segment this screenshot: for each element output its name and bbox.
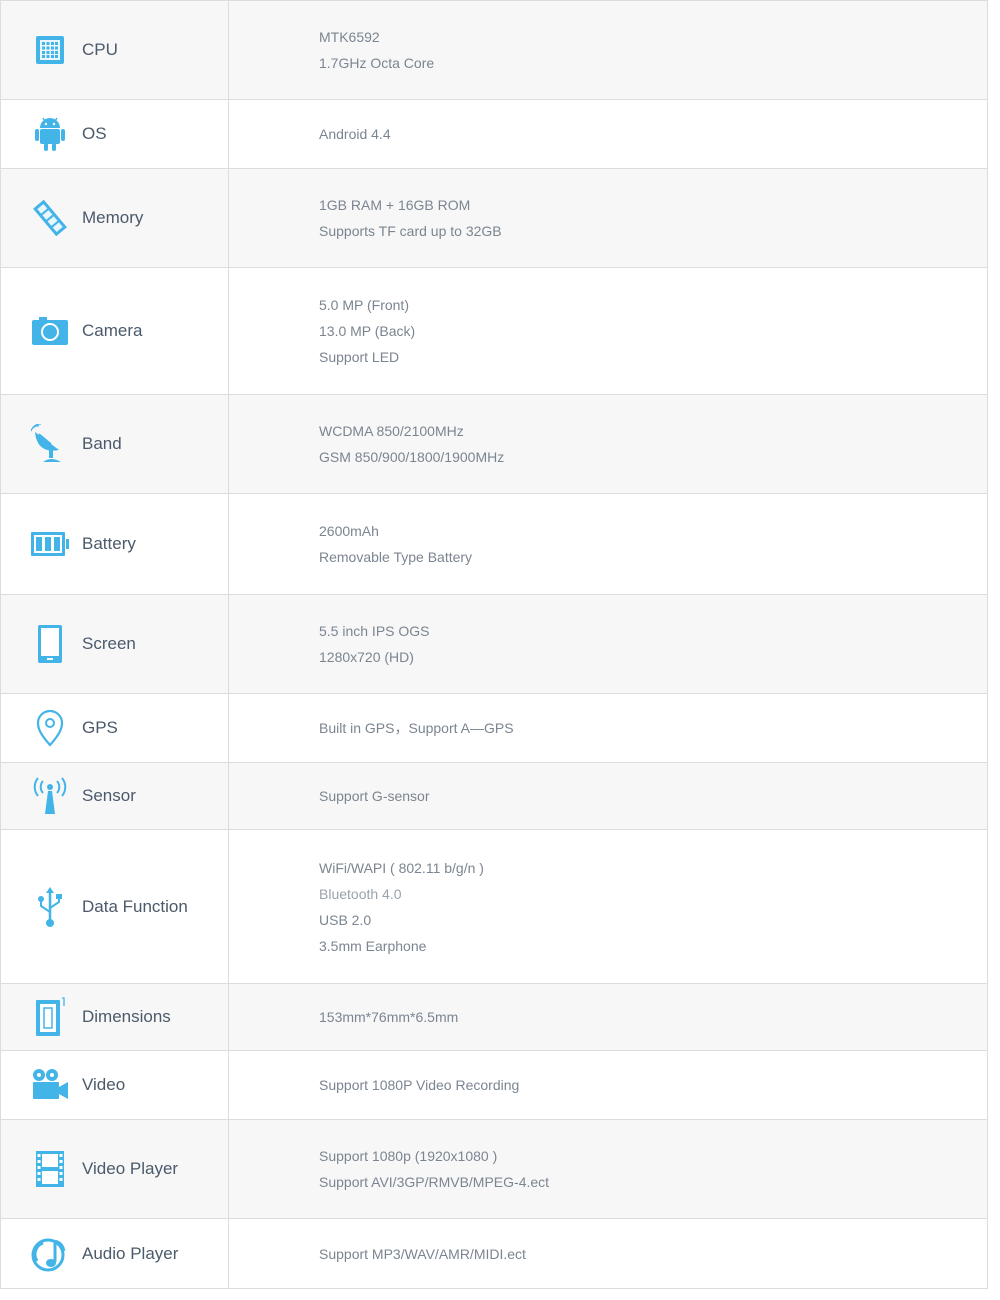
spec-value-cell: Support 1080p (1920x1080 ) Support AVI/3… <box>229 1120 987 1218</box>
spec-label: Sensor <box>82 786 136 805</box>
spec-label: Data Function <box>82 896 188 916</box>
spec-value: WiFi/WAPI ( 802.11 b/g/n ) <box>319 859 484 876</box>
spec-value: 13.0 MP (Back) <box>319 323 416 339</box>
spec-label-cell: Dimensions <box>1 984 229 1050</box>
spec-value: Removable Type Battery <box>319 549 473 565</box>
spec-label-cell: Sensor <box>1 763 229 829</box>
spec-label: Screen <box>82 634 136 653</box>
spec-value-cell: Support MP3/WAV/AMR/MIDI.ect <box>229 1219 987 1288</box>
spec-value: 5.0 MP (Front) <box>319 297 409 313</box>
phone-screen-icon <box>30 624 70 664</box>
spec-row-screen: Screen 5.5 inch IPS OGS 1280x720 (HD) <box>1 595 987 694</box>
spec-row-dimensions: Dimensions 153mm*76mm*6.5mm <box>1 984 987 1051</box>
spec-label-cell: Data Function <box>1 830 229 983</box>
film-strip-icon <box>30 1149 70 1189</box>
spec-label: CPU <box>82 40 118 59</box>
spec-value: Bluetooth 4.0 <box>319 885 402 902</box>
spec-row-gps: GPS Built in GPS，Support A—GPS <box>1 694 987 763</box>
android-icon <box>30 114 70 154</box>
spec-label-cell: CPU <box>1 1 229 99</box>
spec-label: Band <box>82 434 122 453</box>
spec-value: Support 1080P Video Recording <box>319 1077 520 1093</box>
battery-icon <box>30 524 70 564</box>
spec-label: Dimensions <box>82 1007 171 1026</box>
satellite-dish-icon <box>30 424 70 464</box>
spec-row-os: OS Android 4.4 <box>1 100 987 169</box>
spec-value: MTK6592 <box>319 29 380 45</box>
spec-value: Support 1080p (1920x1080 ) <box>319 1148 498 1164</box>
location-pin-icon <box>30 708 70 748</box>
spec-row-camera: Camera 5.0 MP (Front) 13.0 MP (Back) Sup… <box>1 268 987 395</box>
spec-value: 1280x720 (HD) <box>319 649 414 665</box>
spec-label-cell: Battery <box>1 494 229 594</box>
spec-value: 3.5mm Earphone <box>319 937 427 954</box>
spec-value-cell: 1GB RAM + 16GB ROM Supports TF card up t… <box>229 169 987 267</box>
spec-row-battery: Battery 2600mAh Removable Type Battery <box>1 494 987 595</box>
spec-row-sensor: Sensor Support G-sensor <box>1 763 987 830</box>
spec-label-cell: GPS <box>1 694 229 762</box>
memory-chip-icon <box>30 198 70 238</box>
camera-icon <box>30 311 70 351</box>
spec-label-cell: Video Player <box>1 1120 229 1218</box>
spec-value-cell: Support 1080P Video Recording <box>229 1051 987 1119</box>
spec-value-cell: 2600mAh Removable Type Battery <box>229 494 987 594</box>
video-camera-icon <box>30 1065 70 1105</box>
spec-label: GPS <box>82 718 118 737</box>
spec-label: Audio Player <box>82 1243 179 1263</box>
spec-value: USB 2.0 <box>319 911 372 928</box>
spec-label-cell: Band <box>1 395 229 493</box>
spec-value-cell: Built in GPS，Support A—GPS <box>229 694 987 762</box>
spec-row-data-function: Data Function WiFi/WAPI ( 802.11 b/g/n )… <box>1 830 987 984</box>
spec-row-memory: Memory 1GB RAM + 16GB ROM Supports TF ca… <box>1 169 987 268</box>
spec-row-cpu: CPU MTK6592 1.7GHz Octa Core <box>1 1 987 100</box>
spec-row-band: Band WCDMA 850/2100MHz GSM 850/900/1800/… <box>1 395 987 494</box>
spec-value: Built in GPS，Support A—GPS <box>319 720 514 736</box>
spec-value: 153mm*76mm*6.5mm <box>319 1009 459 1025</box>
spec-value: Android 4.4 <box>319 126 391 142</box>
spec-label: Battery <box>82 534 136 553</box>
spec-label: Memory <box>82 208 144 227</box>
spec-value: WCDMA 850/2100MHz <box>319 423 464 439</box>
usb-icon <box>30 886 70 927</box>
spec-row-video-player: Video Player Support 1080p (1920x1080 ) … <box>1 1120 987 1219</box>
spec-label: Video Player <box>82 1159 179 1178</box>
music-note-icon <box>30 1234 70 1274</box>
spec-value: 1GB RAM + 16GB ROM <box>319 197 471 213</box>
spec-value-cell: WCDMA 850/2100MHz GSM 850/900/1800/1900M… <box>229 395 987 493</box>
spec-label-cell: Video <box>1 1051 229 1119</box>
spec-row-audio-player: Audio Player Support MP3/WAV/AMR/MIDI.ec… <box>1 1219 987 1289</box>
spec-value: GSM 850/900/1800/1900MHz <box>319 449 505 465</box>
spec-table: CPU MTK6592 1.7GHz Octa Core OS Android … <box>0 0 988 1289</box>
spec-label: OS <box>82 124 107 143</box>
spec-label-cell: Memory <box>1 169 229 267</box>
spec-label: Video <box>82 1075 126 1094</box>
spec-label-cell: Audio Player <box>1 1219 229 1288</box>
spec-value: Support MP3/WAV/AMR/MIDI.ect <box>319 1245 526 1262</box>
spec-value-cell: MTK6592 1.7GHz Octa Core <box>229 1 987 99</box>
spec-value-cell: Android 4.4 <box>229 100 987 168</box>
spec-label: Camera <box>82 321 143 340</box>
spec-value-cell: Support G-sensor <box>229 763 987 829</box>
spec-value: 2600mAh <box>319 523 379 539</box>
spec-label-cell: OS <box>1 100 229 168</box>
cpu-icon <box>30 30 70 70</box>
spec-value-cell: 153mm*76mm*6.5mm <box>229 984 987 1050</box>
spec-value: 1.7GHz Octa Core <box>319 55 435 71</box>
spec-row-video: Video Support 1080P Video Recording <box>1 1051 987 1120</box>
spec-value-cell: WiFi/WAPI ( 802.11 b/g/n ) Bluetooth 4.0… <box>229 830 987 983</box>
spec-value: Support LED <box>319 349 400 365</box>
antenna-icon <box>30 776 70 816</box>
spec-value: 5.5 inch IPS OGS <box>319 623 430 639</box>
spec-value-cell: 5.5 inch IPS OGS 1280x720 (HD) <box>229 595 987 693</box>
spec-value: Support AVI/3GP/RMVB/MPEG-4.ect <box>319 1174 550 1190</box>
spec-value: Supports TF card up to 32GB <box>319 223 502 239</box>
spec-label-cell: Screen <box>1 595 229 693</box>
spec-value-cell: 5.0 MP (Front) 13.0 MP (Back) Support LE… <box>229 268 987 394</box>
spec-label-cell: Camera <box>1 268 229 394</box>
dimensions-icon <box>30 997 70 1037</box>
spec-value: Support G-sensor <box>319 788 430 804</box>
